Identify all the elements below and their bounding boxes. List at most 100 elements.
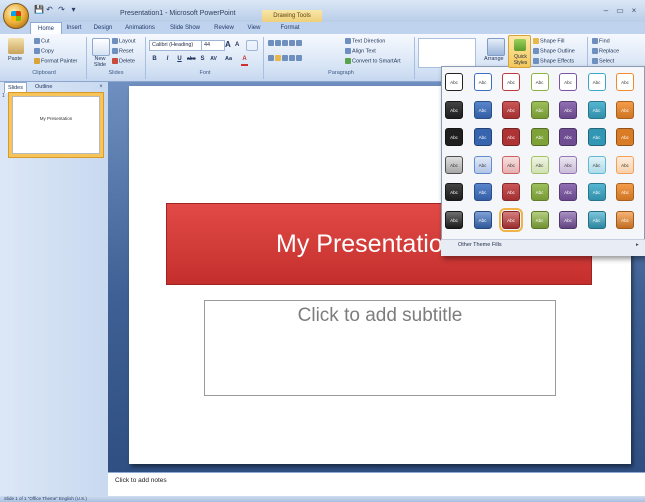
shrink-font-button[interactable]: A bbox=[235, 42, 239, 48]
align-text-button[interactable]: Align Text bbox=[345, 48, 376, 54]
slide-thumbnail[interactable] bbox=[12, 96, 100, 154]
maximize-button[interactable]: ▭ bbox=[614, 6, 626, 16]
layout-button[interactable]: Layout bbox=[112, 38, 136, 44]
font-color-button[interactable]: A bbox=[241, 56, 248, 66]
arrange-button[interactable]: Arrange bbox=[484, 56, 504, 62]
office-button[interactable] bbox=[3, 3, 29, 29]
customize-qat-icon[interactable]: ▾ bbox=[69, 5, 78, 14]
bold-button[interactable]: B bbox=[151, 56, 158, 64]
style-swatch[interactable]: Abc bbox=[616, 183, 634, 201]
tab-review[interactable]: Review bbox=[210, 22, 238, 34]
style-swatch[interactable]: Abc bbox=[530, 155, 549, 174]
style-swatch[interactable]: Abc bbox=[530, 128, 549, 146]
align-buttons[interactable] bbox=[268, 55, 303, 61]
close-button[interactable]: × bbox=[628, 6, 640, 16]
shape-fill-button[interactable]: Shape Fill bbox=[533, 38, 564, 44]
style-swatch[interactable]: Abc bbox=[587, 128, 606, 146]
tab-slide-show[interactable]: Slide Show bbox=[166, 22, 204, 34]
underline-button[interactable]: U bbox=[176, 56, 183, 64]
tab-format[interactable]: Format bbox=[275, 22, 305, 34]
paste-icon[interactable] bbox=[8, 38, 24, 54]
spacing-button[interactable]: AV bbox=[210, 56, 217, 64]
style-swatch[interactable]: Abc bbox=[616, 128, 634, 146]
grow-font-button[interactable]: A bbox=[225, 40, 231, 49]
font-size-combo[interactable]: 44 bbox=[201, 40, 225, 51]
style-swatch[interactable]: Abc bbox=[559, 100, 577, 119]
cut-button[interactable]: Cut bbox=[34, 38, 50, 44]
redo-icon[interactable]: ↷ bbox=[57, 5, 66, 14]
font-name-combo[interactable]: Calibri (Heading) bbox=[149, 40, 203, 51]
copy-button[interactable]: Copy bbox=[34, 48, 54, 54]
strikethrough-button[interactable]: abc bbox=[187, 56, 196, 64]
shape-effects-button[interactable]: Shape Effects bbox=[533, 58, 574, 64]
new-slide-button[interactable]: New Slide bbox=[90, 56, 110, 68]
style-swatch[interactable]: Abc bbox=[473, 210, 492, 229]
subtitle-text[interactable]: Click to add subtitle bbox=[204, 305, 556, 327]
change-case-button[interactable]: Aa bbox=[225, 56, 232, 64]
style-swatch[interactable]: Abc bbox=[445, 183, 463, 201]
text-direction-button[interactable]: Text Direction bbox=[345, 38, 385, 44]
style-swatch[interactable]: Abc bbox=[473, 183, 492, 201]
style-swatch[interactable]: Abc bbox=[530, 73, 549, 91]
style-swatch[interactable]: Abc bbox=[616, 100, 634, 119]
style-swatch[interactable]: Abc bbox=[559, 155, 577, 174]
style-swatch[interactable]: Abc bbox=[530, 100, 549, 119]
shapes-gallery[interactable] bbox=[418, 38, 476, 68]
style-swatch[interactable]: Abc bbox=[502, 183, 520, 201]
style-swatch[interactable]: Abc bbox=[502, 73, 520, 91]
tab-animations[interactable]: Animations bbox=[120, 22, 160, 34]
style-swatch[interactable]: Abc bbox=[616, 155, 634, 174]
style-swatch[interactable]: Abc bbox=[559, 128, 577, 146]
new-slide-icon[interactable] bbox=[92, 38, 110, 56]
shadow-button[interactable]: S bbox=[199, 56, 206, 64]
style-swatch[interactable]: Abc bbox=[473, 155, 492, 174]
delete-slide-button[interactable]: Delete bbox=[112, 58, 135, 64]
style-swatch[interactable]: Abc bbox=[473, 128, 492, 146]
style-swatch[interactable]: Abc bbox=[445, 155, 463, 174]
convert-smartart-button[interactable]: Convert to SmartArt bbox=[345, 58, 401, 64]
style-swatch[interactable]: Abc bbox=[502, 128, 520, 146]
style-swatch[interactable]: Abc bbox=[499, 207, 523, 232]
other-theme-fills-item[interactable]: Other Theme Fills bbox=[458, 242, 502, 248]
style-swatch[interactable]: Abc bbox=[502, 100, 520, 119]
style-swatch[interactable]: Abc bbox=[616, 210, 634, 229]
style-swatch[interactable]: Abc bbox=[587, 155, 606, 174]
style-swatch[interactable]: Abc bbox=[587, 73, 606, 91]
style-swatch[interactable]: Abc bbox=[616, 73, 634, 91]
tab-design[interactable]: Design bbox=[90, 22, 116, 34]
find-button[interactable]: Find bbox=[592, 38, 610, 44]
style-swatch[interactable]: Abc bbox=[445, 210, 463, 229]
undo-icon[interactable]: ↶ bbox=[45, 5, 54, 14]
style-swatch[interactable]: Abc bbox=[445, 128, 463, 146]
notes-pane[interactable] bbox=[108, 472, 645, 496]
slide-title[interactable]: My Presentation bbox=[276, 230, 457, 259]
tab-outline[interactable]: Outline bbox=[32, 82, 55, 92]
arrange-icon[interactable] bbox=[487, 38, 505, 56]
minimize-button[interactable]: – bbox=[600, 6, 612, 16]
notes-placeholder[interactable]: Click to add notes bbox=[115, 477, 167, 484]
tab-insert[interactable]: Insert bbox=[62, 22, 86, 34]
tab-view[interactable]: View bbox=[244, 22, 264, 34]
save-icon[interactable]: 💾 bbox=[34, 5, 44, 14]
select-button[interactable]: Select bbox=[592, 58, 614, 64]
style-swatch[interactable]: Abc bbox=[445, 73, 463, 91]
style-swatch[interactable]: Abc bbox=[530, 210, 549, 229]
style-swatch[interactable]: Abc bbox=[587, 183, 606, 201]
style-swatch[interactable]: Abc bbox=[445, 100, 463, 119]
italic-button[interactable]: I bbox=[164, 56, 171, 64]
style-swatch[interactable]: Abc bbox=[530, 183, 549, 201]
clear-formatting-icon[interactable] bbox=[246, 40, 258, 51]
style-swatch[interactable]: Abc bbox=[473, 73, 492, 91]
style-swatch[interactable]: Abc bbox=[473, 100, 492, 119]
style-swatch[interactable]: Abc bbox=[559, 183, 577, 201]
reset-button[interactable]: Reset bbox=[112, 48, 133, 54]
paste-button[interactable]: Paste bbox=[8, 56, 22, 62]
replace-button[interactable]: Replace bbox=[592, 48, 619, 54]
style-swatch[interactable]: Abc bbox=[587, 100, 606, 119]
style-swatch[interactable]: Abc bbox=[559, 210, 577, 229]
close-pane-icon[interactable]: × bbox=[97, 82, 105, 92]
bullets-button[interactable] bbox=[268, 40, 303, 46]
format-painter-button[interactable]: Format Painter bbox=[34, 58, 77, 64]
shape-outline-button[interactable]: Shape Outline bbox=[533, 48, 575, 54]
style-swatch[interactable]: Abc bbox=[587, 210, 606, 229]
